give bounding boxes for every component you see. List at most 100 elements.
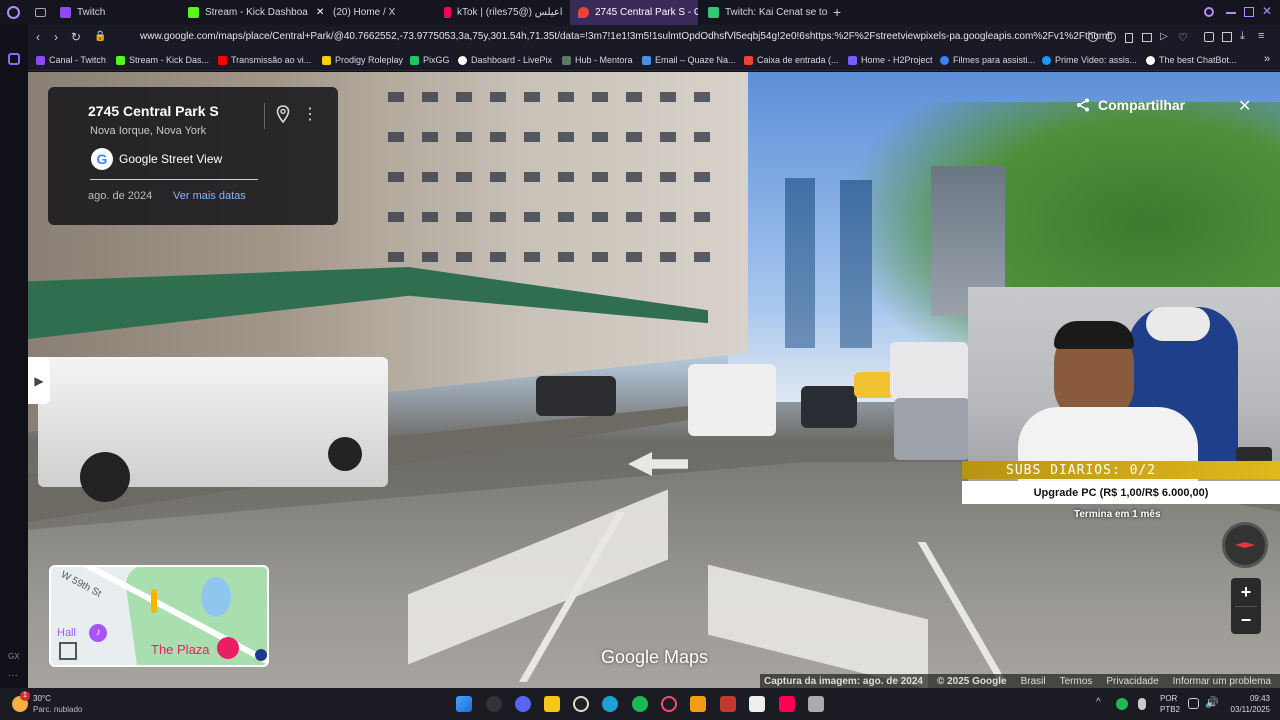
url-field[interactable]: www.google.com/maps/place/Central+Park/@…	[140, 31, 1112, 42]
tiktok-icon[interactable]	[779, 696, 795, 712]
weather-desc: Parc. nublado	[33, 705, 83, 714]
aria-icon[interactable]	[8, 53, 20, 65]
tab-bar: Twitch Stream - Kick Dashboard ✕ (20) Ho…	[0, 0, 1280, 25]
tab-google-maps[interactable]: 2745 Central Park S - Go	[570, 0, 698, 25]
clock-time[interactable]: 09:43	[1222, 694, 1270, 703]
volume-icon[interactable]: 🔊	[1205, 696, 1219, 709]
location-pin-icon[interactable]	[276, 105, 290, 123]
zoom-out-button[interactable]: −	[1231, 606, 1261, 634]
microphone-icon[interactable]	[1138, 698, 1146, 710]
mentora-icon	[562, 55, 571, 65]
bookmark-item[interactable]: PixGG	[410, 55, 450, 65]
minimize-button[interactable]	[1226, 12, 1236, 14]
silver-car	[894, 398, 970, 460]
reload-button[interactable]: ↻	[71, 30, 81, 44]
place-title[interactable]: 2745 Central Park S	[88, 103, 219, 119]
bookmark-item[interactable]: Stream - Kick Das...	[116, 55, 209, 65]
pin-page-icon[interactable]	[1125, 33, 1133, 43]
language-variant: PTB2	[1160, 705, 1181, 714]
zoom-in-button[interactable]: +	[1231, 578, 1261, 606]
forward-button[interactable]: ›	[54, 30, 58, 44]
webcam-overlay	[968, 287, 1280, 481]
bookmark-item[interactable]: The best ChatBot...	[1146, 55, 1237, 65]
street-view-source: G Google Street View	[91, 148, 222, 170]
file-explorer-icon[interactable]	[544, 696, 560, 712]
close-icon[interactable]: ✕	[1238, 96, 1251, 116]
bookmark-item[interactable]: Home - H2Project	[848, 55, 933, 65]
extensions-icon[interactable]	[1204, 32, 1214, 42]
more-icon[interactable]: ···	[8, 670, 18, 681]
expand-panel-chevron-icon[interactable]: ▶	[28, 357, 50, 404]
box-icon[interactable]	[1222, 32, 1232, 42]
gmail-icon	[744, 55, 753, 65]
new-tab-button[interactable]: +	[833, 4, 841, 20]
app-icon[interactable]	[690, 696, 706, 712]
play-icon[interactable]: ▷	[1160, 31, 1168, 42]
bookmark-item[interactable]: Caixa de entrada (...	[744, 55, 839, 65]
bookmark-item[interactable]: Prime Video: assis...	[1042, 55, 1137, 65]
expand-map-icon[interactable]	[59, 642, 77, 660]
app-icon[interactable]	[720, 696, 736, 712]
tab-twitch[interactable]: Twitch	[52, 0, 180, 25]
spotify-icon[interactable]	[632, 696, 648, 712]
dark-suv	[536, 376, 616, 416]
tab-x[interactable]: ✕ (20) Home / X	[308, 0, 436, 25]
bookmark-item[interactable]: Transmissão ao vi...	[218, 55, 311, 65]
minimap[interactable]: W 59th St ♪ Hall The Plaza	[49, 565, 269, 667]
clock-date[interactable]: 03/11/2025	[1222, 705, 1270, 714]
discord-icon[interactable]	[515, 696, 531, 712]
terms-link[interactable]: Termos	[1060, 676, 1093, 687]
bookmarks-overflow-icon[interactable]: »	[1264, 53, 1270, 65]
white-van	[688, 364, 776, 436]
tab-twitch-kai[interactable]: Twitch: Kai Cenat se torn	[700, 0, 828, 25]
goal-end-text: Termina em 1 mês	[1074, 509, 1161, 520]
share-button[interactable]: Compartilhar	[1076, 97, 1185, 113]
bookmark-item[interactable]: Canal - Twitch	[36, 55, 106, 65]
weather-temp: 30°C	[33, 694, 51, 703]
tab-tiktok[interactable]: kTok | (riles75@) اعيلس	[436, 0, 568, 25]
divider	[90, 179, 258, 180]
gx-icon[interactable]: GX	[8, 652, 20, 661]
youtube-icon	[218, 55, 227, 65]
see-more-dates-link[interactable]: Ver mais datas	[173, 190, 246, 202]
compass-button[interactable]	[1222, 522, 1268, 568]
workspace-icon[interactable]	[35, 8, 46, 17]
windows-start-icon[interactable]	[456, 696, 472, 712]
search-tabs-icon[interactable]	[1204, 7, 1214, 17]
tray-chevron-icon[interactable]: ^	[1096, 697, 1101, 708]
close-window-button[interactable]: ✕	[1262, 4, 1272, 18]
more-options-icon[interactable]: ⋮	[302, 104, 318, 124]
x-logo-icon: ✕	[316, 7, 325, 18]
network-icon[interactable]	[1188, 698, 1199, 709]
report-problem-link[interactable]: Informar um problema	[1173, 676, 1271, 687]
download-icon[interactable]: ⤓	[1240, 30, 1245, 43]
bookmark-item[interactable]: Hub - Mentora	[562, 55, 633, 65]
privacy-link[interactable]: Privacidade	[1106, 676, 1158, 687]
opera-logo-icon[interactable]	[7, 6, 20, 19]
bookmark-item[interactable]: Email – Quaze Na...	[642, 55, 736, 65]
screenshot-icon[interactable]	[1142, 33, 1152, 42]
app-icon[interactable]	[808, 696, 824, 712]
bookmark-item[interactable]: Dashboard - LivePix	[458, 55, 552, 65]
transit-icon	[255, 649, 267, 661]
menu-icon[interactable]: ≡	[1258, 30, 1264, 42]
country-link[interactable]: Brasil	[1021, 676, 1046, 687]
maximize-button[interactable]	[1244, 7, 1254, 17]
bookmark-item[interactable]: Prodigy Roleplay	[322, 55, 403, 65]
email-icon	[642, 55, 651, 65]
share-icon	[1077, 98, 1089, 112]
language-code[interactable]: POR	[1160, 694, 1177, 703]
opera-gx-icon[interactable]	[661, 696, 677, 712]
zoom-icon[interactable]	[1088, 32, 1098, 42]
edge-icon[interactable]	[602, 696, 618, 712]
browser-sidebar: GX ···	[0, 25, 28, 688]
app-icon[interactable]	[573, 696, 589, 712]
tab-kick[interactable]: Stream - Kick Dashboard	[180, 0, 308, 25]
bookmark-item[interactable]: Filmes para assisti...	[940, 55, 1035, 65]
tray-app-icon[interactable]	[1116, 698, 1128, 710]
obs-icon[interactable]	[749, 696, 765, 712]
emoji-icon[interactable]	[1106, 32, 1116, 42]
back-button[interactable]: ‹	[36, 30, 40, 44]
heart-icon[interactable]: ♡	[1178, 31, 1188, 44]
app-icon[interactable]	[486, 696, 502, 712]
